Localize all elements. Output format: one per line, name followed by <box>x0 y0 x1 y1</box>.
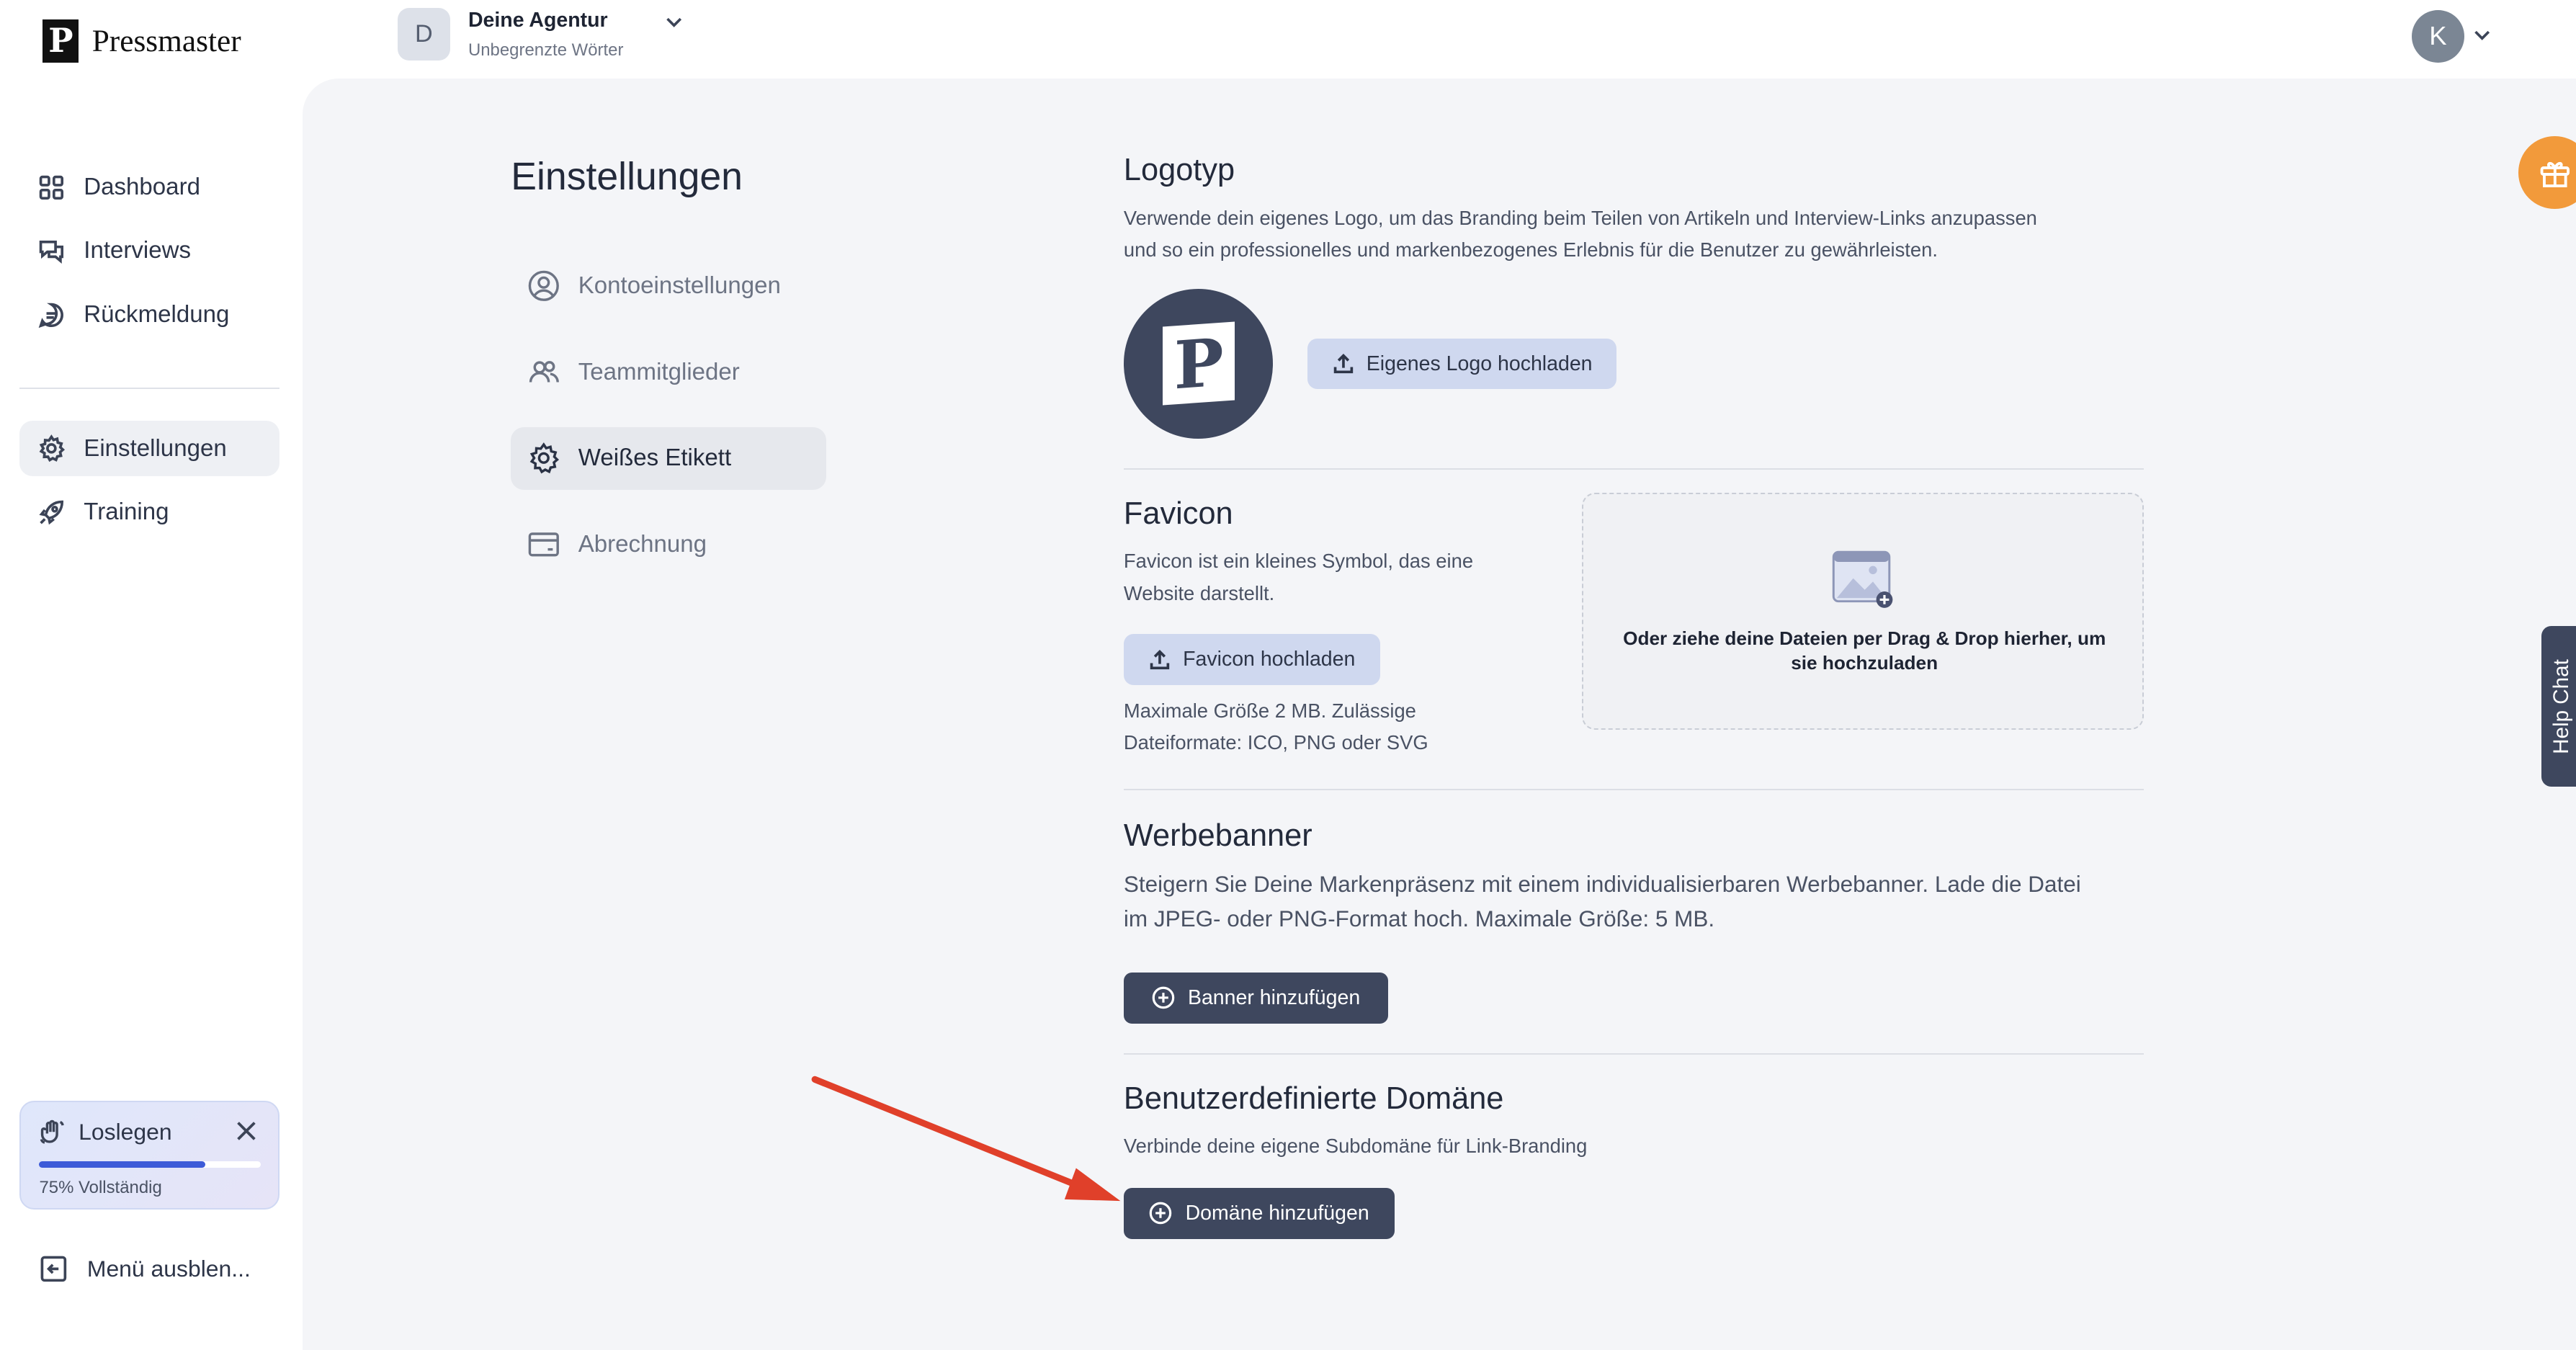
upload-logo-label: Eigenes Logo hochladen <box>1366 352 1593 375</box>
favicon-desc-line: Favicon ist ein kleines Symbol, das eine <box>1123 550 1474 573</box>
tab-white-label[interactable]: Weißes Etikett <box>511 426 827 490</box>
logotype-description: Verwende dein eigenes Logo, um das Brand… <box>1124 202 2142 267</box>
section-divider <box>1123 1052 2145 1055</box>
tab-account-settings[interactable]: Kontoeinstellungen <box>511 254 826 317</box>
sidebar-item-interviews[interactable]: Interviews <box>19 223 279 280</box>
sidebar-item-label: Interviews <box>84 237 192 264</box>
help-chat-button[interactable]: Help Chat <box>2541 625 2576 787</box>
gear-icon <box>39 434 66 462</box>
avatar[interactable]: K <box>2411 9 2464 63</box>
section-divider <box>1123 468 2145 470</box>
custom-domain-description: Verbinde deine eigene Subdomäne für Link… <box>1123 1135 1588 1158</box>
tab-team-members[interactable]: Teammitglieder <box>511 341 826 403</box>
getting-started-card[interactable]: Loslegen 75% Vollständig <box>19 1101 279 1210</box>
dropzone-text: Oder ziehe deine Dateien per Drag & Drop… <box>1606 626 2122 675</box>
favicon-dropzone[interactable]: Oder ziehe deine Dateien per Drag & Drop… <box>1582 493 2145 730</box>
logotype-title: Logotyp <box>1123 153 1235 188</box>
hide-menu-label: Menü ausblen... <box>86 1256 251 1282</box>
close-icon[interactable] <box>235 1119 258 1142</box>
agency-selector[interactable]: D Deine Agentur Unbegrenzte Wörter <box>397 8 684 61</box>
settings-subnav: Kontoeinstellungen Teammitglieder Weißes… <box>511 254 827 599</box>
logotype-desc-line: Verwende dein eigenes Logo, um das Brand… <box>1123 206 2037 229</box>
feedback-icon <box>39 303 64 328</box>
add-banner-label: Banner hinzufügen <box>1187 985 1361 1009</box>
image-upload-icon <box>1832 550 1892 608</box>
favicon-limits-line: Dateiformate: ICO, PNG oder SVG <box>1123 731 1428 754</box>
favicon-limits: Maximale Größe 2 MB. Zulässige Dateiform… <box>1124 695 1534 759</box>
progress-bar-fill <box>39 1161 206 1168</box>
hide-menu-button[interactable]: Menü ausblen... <box>40 1255 251 1283</box>
section-divider <box>1123 788 2145 790</box>
favicon-title: Favicon <box>1123 496 1233 531</box>
upload-icon <box>1150 649 1170 669</box>
plus-circle-icon <box>1150 1202 1172 1225</box>
credit-card-icon <box>528 532 559 557</box>
logo-preview: P <box>1123 289 1274 439</box>
subnav-label: Kontoeinstellungen <box>578 272 781 299</box>
chevron-down-icon[interactable] <box>2472 21 2492 51</box>
sidebar-item-feedback[interactable]: Rückmeldung <box>19 287 279 343</box>
page-title: Einstellungen <box>511 155 743 199</box>
sidebar-item-label: Einstellungen <box>84 434 227 462</box>
upload-favicon-label: Favicon hochladen <box>1183 648 1356 671</box>
sidebar-item-dashboard[interactable]: Dashboard <box>19 159 279 215</box>
help-chat-label: Help Chat <box>2549 658 2573 754</box>
user-circle-icon <box>528 270 559 301</box>
sidebar-item-settings[interactable]: Einstellungen <box>19 420 279 477</box>
plus-circle-icon <box>1152 987 1175 1009</box>
banner-desc-line: Steigern Sie Deine Markenpräsenz mit ein… <box>1123 872 2081 898</box>
getting-started-label: Loslegen <box>79 1118 172 1145</box>
chevron-down-icon[interactable] <box>664 8 684 38</box>
favicon-description: Favicon ist ein kleines Symbol, das eine… <box>1124 545 1534 609</box>
brand-logo[interactable]: P Pressmaster <box>43 19 241 63</box>
sidebar-item-training[interactable]: Training <box>19 484 279 540</box>
sidebar-item-label: Dashboard <box>84 173 200 200</box>
rocket-icon <box>39 500 64 525</box>
tab-billing[interactable]: Abrechnung <box>511 514 826 576</box>
user-menu[interactable]: K <box>2411 9 2492 63</box>
subnav-label: Weißes Etikett <box>578 444 732 472</box>
dropzone-text-line: Oder ziehe deine Dateien per Drag & Drop… <box>1623 627 2106 649</box>
sidebar-nav-bottom: Einstellungen Training <box>19 420 279 548</box>
custom-domain-title: Benutzerdefinierte Domäne <box>1123 1081 1504 1116</box>
chat-bubbles-icon <box>40 241 64 264</box>
dropzone-text-line: sie hochzuladen <box>1791 651 1938 674</box>
add-banner-button[interactable]: Banner hinzufügen <box>1123 973 1389 1024</box>
banner-description: Steigern Sie Deine Markenpräsenz mit ein… <box>1124 867 2150 936</box>
grid-icon <box>40 175 64 200</box>
banner-title: Werbebanner <box>1123 818 1312 853</box>
add-domain-button[interactable]: Domäne hinzufügen <box>1123 1187 1395 1239</box>
subnav-label: Abrechnung <box>578 530 707 558</box>
brand-name: Pressmaster <box>91 24 241 58</box>
sidebar-divider <box>19 388 279 390</box>
upload-icon <box>1333 354 1354 374</box>
logotype-desc-line: und so ein professionelles und markenbez… <box>1123 238 1938 261</box>
upload-logo-button[interactable]: Eigenes Logo hochladen <box>1307 338 1617 390</box>
add-domain-label: Domäne hinzufügen <box>1185 1201 1369 1225</box>
sidebar-item-label: Training <box>84 499 169 526</box>
agency-avatar: D <box>397 8 450 61</box>
pressmaster-logo-mark: P <box>43 19 79 63</box>
logo-letter: P <box>1162 321 1235 406</box>
favicon-limits-line: Maximale Größe 2 MB. Zulässige <box>1123 699 1416 722</box>
sidebar-item-label: Rückmeldung <box>84 300 230 328</box>
favicon-desc-line: Website darstellt. <box>1123 581 1275 604</box>
progress-bar <box>39 1161 261 1168</box>
subnav-label: Teammitglieder <box>578 358 740 385</box>
waving-hand-icon <box>40 1119 65 1144</box>
banner-desc-line: im JPEG- oder PNG-Format hoch. Maximale … <box>1123 906 1715 932</box>
collapse-sidebar-icon <box>40 1256 66 1282</box>
upload-favicon-button[interactable]: Favicon hochladen <box>1123 634 1380 685</box>
sidebar-nav-top: Dashboard Interviews Rückmeldung <box>19 159 279 350</box>
progress-text: 75% Vollständig <box>39 1177 162 1197</box>
agency-plan: Unbegrenzte Wörter <box>468 40 624 61</box>
gear-icon <box>529 442 560 474</box>
agency-name: Deine Agentur <box>468 8 608 32</box>
users-icon <box>529 360 559 383</box>
gift-icon <box>2540 161 2570 187</box>
